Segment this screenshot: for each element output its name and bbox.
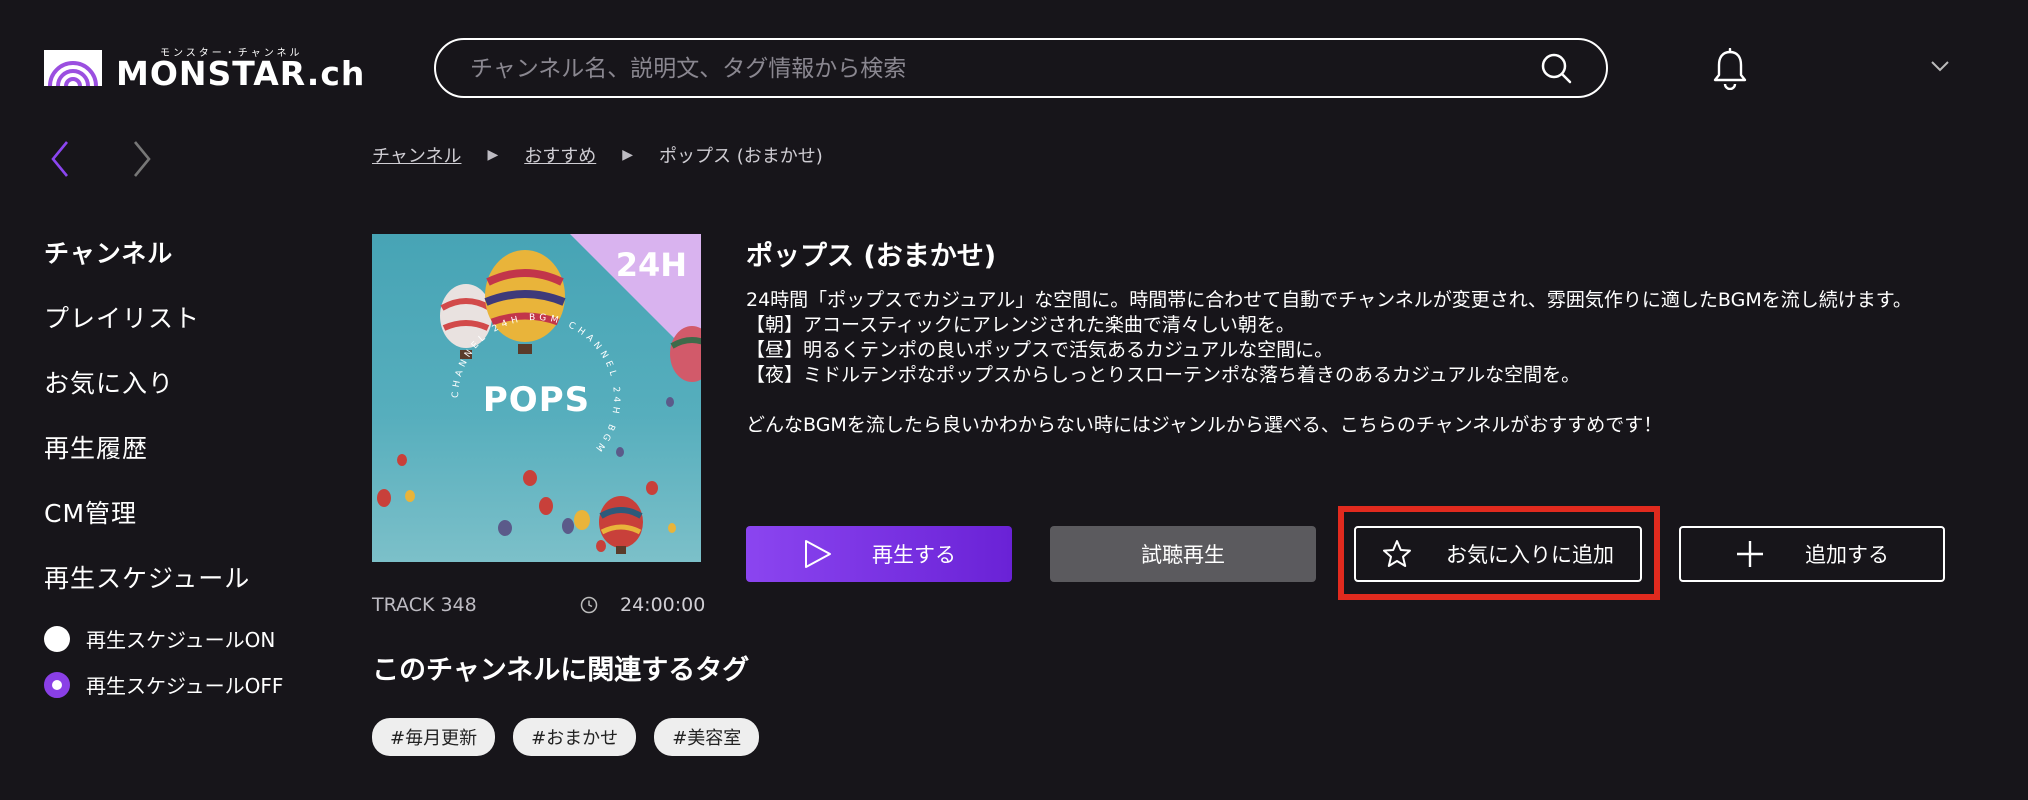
clock-icon [580, 596, 598, 614]
search-bar[interactable] [434, 38, 1608, 98]
search-input[interactable] [468, 40, 1532, 98]
play-button[interactable]: 再生する [746, 526, 1012, 582]
logo[interactable]: モンスター・チャンネル MONSTAR.ch [44, 44, 364, 94]
tag-chip[interactable]: #おまかせ [513, 718, 637, 756]
duration-value: 24:00:00 [620, 594, 706, 616]
star-icon [1383, 540, 1411, 567]
tag-list: #毎月更新 #おまかせ #美容室 [372, 718, 760, 756]
radio-selected-icon[interactable] [44, 671, 70, 698]
track-count: TRACK 348 [372, 594, 477, 616]
sidebar-item-channel[interactable]: チャンネル [44, 234, 173, 270]
tag-chip[interactable]: #美容室 [654, 718, 760, 756]
chevron-down-icon[interactable] [1930, 60, 1950, 72]
channel-description: 24時間「ポップスでカジュアル」な空間に。時間帯に合わせて自動でチャンネルが変更… [746, 289, 1912, 436]
sidebar-item-playlist[interactable]: プレイリスト [44, 299, 200, 335]
plus-icon [1737, 541, 1763, 567]
sidebar-item-cm[interactable]: CM管理 [44, 494, 137, 530]
notification-bell-icon[interactable] [1712, 48, 1748, 90]
breadcrumb-current: ポップス (おまかせ) [659, 146, 823, 167]
radio-unselected-icon[interactable] [44, 625, 70, 652]
sidebar-item-schedule[interactable]: 再生スケジュール [44, 559, 250, 595]
favorites-button-label: お気に入りに追加 [1446, 543, 1614, 567]
related-tags-title: このチャンネルに関連するタグ [372, 655, 750, 686]
logo-text: MONSTAR.ch [116, 54, 366, 93]
add-to-favorites-button[interactable]: お気に入りに追加 [1354, 526, 1642, 582]
schedule-on-label: 再生スケジュールON [86, 628, 276, 652]
schedule-on-option[interactable]: 再生スケジュールON [44, 624, 275, 653]
sidebar-item-history[interactable]: 再生履歴 [44, 429, 148, 465]
channel-artwork[interactable]: CHANNEL 24H BGM CHANNEL 24H BGM POPS 24H [372, 234, 701, 562]
preview-button-label: 試聴再生 [1141, 543, 1225, 567]
schedule-off-option[interactable]: 再生スケジュールOFF [44, 670, 283, 699]
add-button[interactable]: 追加する [1679, 526, 1945, 582]
play-icon [805, 540, 831, 568]
play-button-label: 再生する [872, 543, 956, 567]
duration: 24:00:00 [580, 594, 705, 616]
breadcrumb-separator-icon: ▶ [487, 147, 499, 163]
add-button-label: 追加する [1805, 543, 1889, 567]
artwork-badge: 24H [615, 246, 687, 284]
schedule-off-label: 再生スケジュールOFF [86, 674, 284, 698]
preview-button[interactable]: 試聴再生 [1050, 526, 1316, 582]
tag-chip[interactable]: #毎月更新 [372, 718, 496, 756]
logo-mark-icon [44, 50, 102, 86]
search-icon[interactable] [1540, 52, 1572, 84]
forward-arrow-icon[interactable] [132, 140, 152, 178]
back-arrow-icon[interactable] [50, 140, 70, 178]
sidebar-item-favorites[interactable]: お気に入り [44, 364, 174, 400]
channel-title: ポップス (おまかせ) [746, 241, 997, 272]
artwork-title: POPS [482, 380, 591, 420]
breadcrumb: チャンネル ▶ おすすめ ▶ ポップス (おまかせ) [372, 142, 823, 168]
breadcrumb-channel[interactable]: チャンネル [372, 142, 461, 168]
breadcrumb-recommended[interactable]: おすすめ [524, 142, 596, 168]
breadcrumb-separator-icon: ▶ [622, 147, 634, 163]
